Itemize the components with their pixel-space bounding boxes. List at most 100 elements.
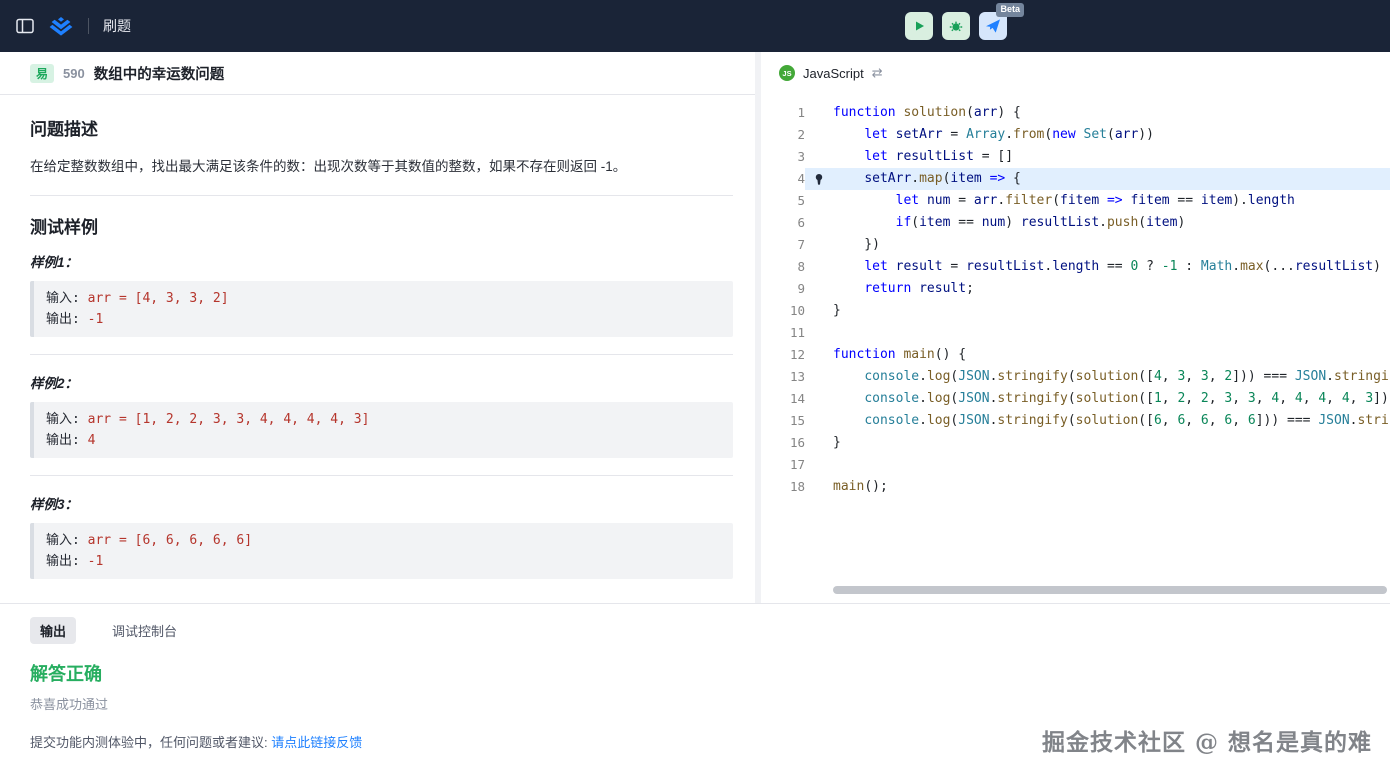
gutter-marker [805,234,833,256]
code-line-8[interactable]: 8 let result = resultList.length == 0 ? … [761,256,1390,278]
code-line-14[interactable]: 14 console.log(JSON.stringify(solution([… [761,388,1390,410]
sample-label: 样例2： [30,372,733,392]
line-number[interactable]: 5 [761,190,805,212]
sample-block: 输入: arr = [6, 6, 6, 6, 6]输出: -1 [30,523,733,579]
gutter-marker [805,124,833,146]
code-editor[interactable]: 1function solution(arr) {2 let setArr = … [761,94,1390,603]
console-panel: 输出 调试控制台 解答正确 恭喜成功通过 提交功能内测体验中，任何问题或者建议:… [0,603,1390,769]
problem-panel: 易 590 数组中的幸运数问题 问题描述 在给定整数数组中，找出最大满足该条件的… [0,52,755,603]
tab-output[interactable]: 输出 [30,617,76,644]
samples: 样例1： 输入: arr = [4, 3, 3, 2]输出: -1 样例2： 输入: … [30,251,733,579]
editor-header: JS JavaScript ⇄ [761,52,1390,94]
problem-header: 易 590 数组中的幸运数问题 [0,52,755,95]
paper-plane-icon [985,18,1001,34]
run-button[interactable] [905,12,933,40]
feedback-link[interactable]: 请点此链接反馈 [271,735,362,750]
app-name: 刷题 [103,16,131,36]
section-divider [30,195,733,196]
code-line-9[interactable]: 9 return result; [761,278,1390,300]
code-line-1[interactable]: 1function solution(arr) { [761,102,1390,124]
bug-icon [948,18,964,34]
code-line-15[interactable]: 15 console.log(JSON.stringify(solution([… [761,410,1390,432]
code-lines: 1function solution(arr) {2 let setArr = … [761,102,1390,498]
code-line-16[interactable]: 16} [761,432,1390,454]
result-subtitle: 恭喜成功通过 [30,694,1360,713]
samples-heading: 测试样例 [30,213,733,238]
problem-description: 在给定整数数组中，找出最大满足该条件的数：出现次数等于其数值的整数，如果不存在则… [30,156,733,178]
code-line-17[interactable]: 17 [761,454,1390,476]
sample-1: 样例1： 输入: arr = [4, 3, 3, 2]输出: -1 [30,251,733,337]
gutter-marker [805,322,833,344]
code-line-6[interactable]: 6 if(item == num) resultList.push(item) [761,212,1390,234]
gutter-marker [805,476,833,498]
difficulty-badge: 易 [30,64,54,83]
line-number[interactable]: 14 [761,388,805,410]
editor-panel: JS JavaScript ⇄ 1function solution(arr) … [761,52,1390,603]
code-line-5[interactable]: 5 let num = arr.filter(fitem => fitem ==… [761,190,1390,212]
topbar: 刷题 Beta [0,0,1390,52]
topbar-divider [88,18,89,34]
line-number[interactable]: 18 [761,476,805,498]
sample-label: 样例1： [30,251,733,271]
line-number[interactable]: 16 [761,432,805,454]
result-title: 解答正确 [30,660,1360,686]
gutter-marker [805,190,833,212]
feedback-text: 提交功能内测体验中，任何问题或者建议: [30,735,271,750]
line-number[interactable]: 8 [761,256,805,278]
description-heading: 问题描述 [30,115,733,140]
code-line-3[interactable]: 3 let resultList = [] [761,146,1390,168]
sample-block: 输入: arr = [4, 3, 3, 2]输出: -1 [30,281,733,337]
code-line-7[interactable]: 7 }) [761,234,1390,256]
line-number[interactable]: 17 [761,454,805,476]
language-swap-icon[interactable]: ⇄ [872,65,883,81]
javascript-language-icon: JS [779,65,795,81]
feedback-row: 提交功能内测体验中，任何问题或者建议: 请点此链接反馈 [30,732,1360,751]
code-line-2[interactable]: 2 let setArr = Array.from(new Set(arr)) [761,124,1390,146]
line-number[interactable]: 6 [761,212,805,234]
gutter-marker [805,366,833,388]
code-line-12[interactable]: 12function main() { [761,344,1390,366]
sidebar-toggle-icon[interactable] [16,18,34,34]
gutter-marker [805,278,833,300]
problem-id: 590 [63,66,85,81]
problem-body: 问题描述 在给定整数数组中，找出最大满足该条件的数：出现次数等于其数值的整数，如… [0,95,755,603]
code-line-4[interactable]: 4 setArr.map(item => { [761,168,1390,190]
console-tabs: 输出 调试控制台 [30,617,1360,644]
gutter-marker [805,146,833,168]
sample-3: 样例3： 输入: arr = [6, 6, 6, 6, 6]输出: -1 [30,493,733,579]
code-line-18[interactable]: 18main(); [761,476,1390,498]
line-number[interactable]: 4 [761,168,805,190]
line-number[interactable]: 15 [761,410,805,432]
line-number[interactable]: 10 [761,300,805,322]
submit-button[interactable]: Beta [979,12,1007,40]
problem-title: 数组中的幸运数问题 [94,63,225,84]
tab-debug-console[interactable]: 调试控制台 [102,617,187,644]
play-icon [911,18,927,34]
horizontal-scrollbar-thumb[interactable] [833,586,1387,594]
line-number[interactable]: 2 [761,124,805,146]
main-split: 易 590 数组中的幸运数问题 问题描述 在给定整数数组中，找出最大满足该条件的… [0,52,1390,603]
code-line-11[interactable]: 11 [761,322,1390,344]
sample-2: 样例2： 输入: arr = [1, 2, 2, 3, 3, 4, 4, 4, 4… [30,372,733,458]
line-number[interactable]: 12 [761,344,805,366]
sample-block: 输入: arr = [1, 2, 2, 3, 3, 4, 4, 4, 4, 3]… [30,402,733,458]
section-divider [30,354,733,355]
section-divider [30,475,733,476]
gutter-marker [805,256,833,278]
line-number[interactable]: 1 [761,102,805,124]
sample-label: 样例3： [30,493,733,513]
gutter-marker [805,454,833,476]
beta-badge: Beta [996,3,1024,17]
line-number[interactable]: 7 [761,234,805,256]
line-number[interactable]: 13 [761,366,805,388]
code-line-10[interactable]: 10} [761,300,1390,322]
gutter-marker [805,300,833,322]
juejin-logo-icon[interactable] [48,16,74,36]
debug-button[interactable] [942,12,970,40]
line-number[interactable]: 11 [761,322,805,344]
code-line-13[interactable]: 13 console.log(JSON.stringify(solution([… [761,366,1390,388]
line-number[interactable]: 3 [761,146,805,168]
gutter-marker [805,410,833,432]
line-number[interactable]: 9 [761,278,805,300]
language-selector[interactable]: JavaScript [803,66,864,81]
